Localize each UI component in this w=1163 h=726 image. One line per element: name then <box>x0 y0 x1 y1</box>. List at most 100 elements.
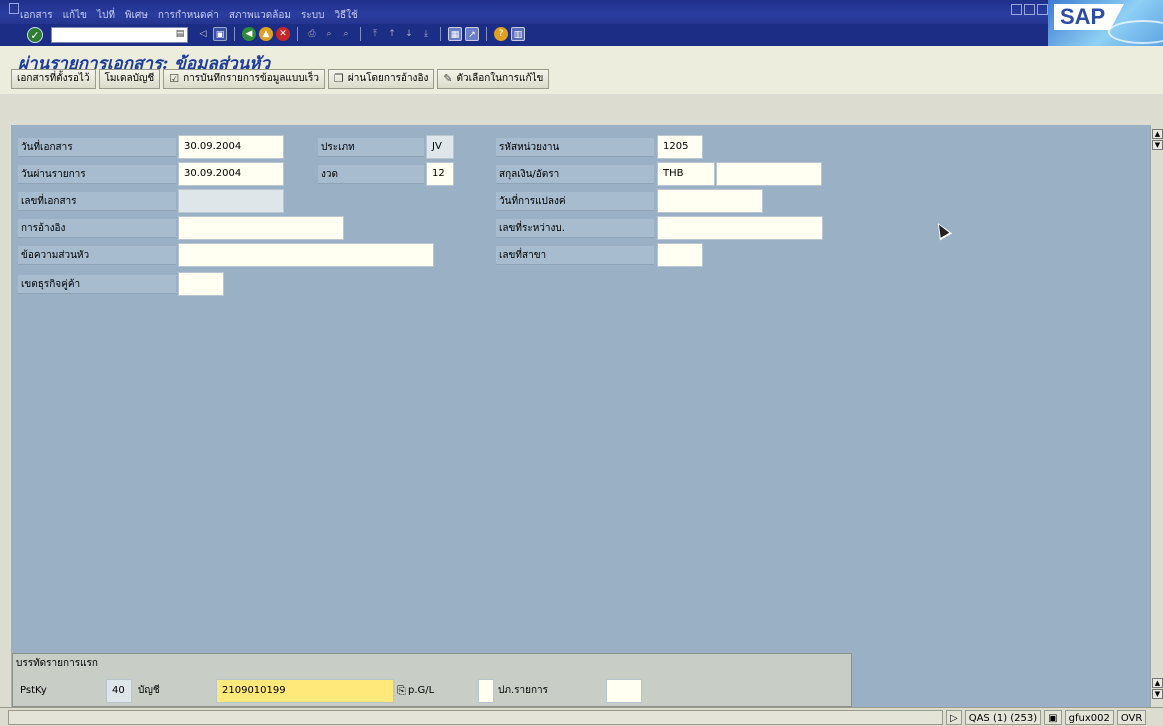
fast-entry-button[interactable]: ☑ การบันทึกรายการข้อมูลแบบเร็ว <box>163 69 325 89</box>
menu-items: เอกสาร แก้ไข ไปที่ พิเศษ การกำหนดค่า สภา… <box>20 8 358 23</box>
status-expand-icon[interactable]: ▷ <box>946 710 962 725</box>
minimize-icon[interactable] <box>1011 4 1022 15</box>
toolbar-separator <box>360 27 361 41</box>
copy-icon: ❐ <box>333 72 344 85</box>
toolbar-separator <box>486 27 487 41</box>
menu-edit[interactable]: แก้ไข <box>63 8 87 23</box>
posting-key-label: PstKy <box>20 685 47 696</box>
editing-options-label: ตัวเลือกในการแก้ไข <box>456 73 544 84</box>
vertical-scrollbar[interactable]: ▲ ▼ ▲ ▼ <box>1150 125 1163 707</box>
close-icon[interactable] <box>1037 4 1048 15</box>
period-field[interactable]: 12 <box>426 162 454 186</box>
posting-date-field[interactable]: 30.09.2004 <box>178 162 284 186</box>
cross-cc-number-label: เลขที่ระหว่างบ. <box>496 219 654 238</box>
translation-date-label: วันที่การแปลงค่ <box>496 192 654 211</box>
document-date-label: วันที่เอกสาร <box>18 138 176 157</box>
scroll-up-icon[interactable]: ▲ <box>1152 129 1163 139</box>
first-page-icon[interactable]: ⤒ <box>368 27 382 41</box>
new-session-icon[interactable]: ▦ <box>448 27 462 41</box>
editing-options-button[interactable]: ✎ ตัวเลือกในการแก้ไข <box>437 69 550 89</box>
application-toolbar: เอกสารที่ตั้งรอไว้ โมเดลบัญชี ☑ การบันทึก… <box>11 69 550 89</box>
toolbar-separator <box>440 27 441 41</box>
command-field[interactable] <box>51 27 188 43</box>
session-icon[interactable]: ▣ <box>1044 710 1062 725</box>
maximize-icon[interactable] <box>1024 4 1035 15</box>
account-field[interactable]: 2109010199 <box>216 679 394 703</box>
header-text-field[interactable] <box>178 243 434 267</box>
layout-icon[interactable]: ▥ <box>511 27 525 41</box>
print-icon[interactable]: ⎙ <box>305 27 319 41</box>
next-page-icon[interactable]: ↓ <box>402 27 416 41</box>
menu-environment[interactable]: สภาพแวดล้อม <box>229 8 291 23</box>
menu-settings[interactable]: การกำหนดค่า <box>158 8 219 23</box>
save-icon[interactable]: ▣ <box>213 27 227 41</box>
account-label: บัญชี <box>138 685 160 696</box>
transaction-type-label: ปภ.รายการ <box>498 685 549 696</box>
menu-bar: เอกสาร แก้ไข ไปที่ พิเศษ การกำหนดค่า สภา… <box>0 0 1163 24</box>
find-icon[interactable]: ⌕ <box>322 27 336 41</box>
translation-date-field[interactable] <box>657 189 763 213</box>
posting-key-field[interactable]: 40 <box>106 679 132 703</box>
enter-icon[interactable]: ✓ <box>27 27 43 43</box>
post-with-reference-button[interactable]: ❐ ผ่านโดยการอ้างอิง <box>327 69 435 89</box>
status-message <box>8 710 943 725</box>
parked-documents-label: เอกสารที่ตั้งรอไว้ <box>17 73 90 84</box>
menu-document[interactable]: เอกสาร <box>20 8 53 23</box>
branch-number-field[interactable] <box>657 243 703 267</box>
first-line-item-title: บรรทัดรายการแรก <box>16 658 98 669</box>
scroll-up-icon[interactable]: ▲ <box>1152 678 1163 688</box>
posting-date-label: วันผ่านรายการ <box>18 165 176 184</box>
help-icon[interactable]: ? <box>494 27 508 41</box>
prev-page-icon[interactable]: ↑ <box>385 27 399 41</box>
document-number-label: เลขที่เอกสาร <box>18 192 176 211</box>
document-type-field[interactable]: JV <box>426 135 454 159</box>
menu-help[interactable]: วิธีใช้ <box>334 8 357 23</box>
document-type-label: ประเภท <box>318 138 424 157</box>
command-history-icon[interactable]: ▤ <box>175 28 185 40</box>
menu-system[interactable]: ระบบ <box>301 8 324 23</box>
gl-indicator-label: p.G/L <box>408 685 435 696</box>
period-label: งวด <box>318 165 424 184</box>
scroll-down-icon[interactable]: ▼ <box>1152 689 1163 699</box>
cancel-icon[interactable]: ✕ <box>276 27 290 41</box>
cross-cc-number-field[interactable] <box>657 216 823 240</box>
find-next-icon[interactable]: ⌕ <box>339 27 353 41</box>
search-help-icon[interactable]: ⎘ <box>397 678 406 704</box>
company-code-label: รหัสหน่วยงาน <box>496 138 654 157</box>
currency-label: สกุลเงิน/อัตรา <box>496 165 654 184</box>
reference-field[interactable] <box>178 216 344 240</box>
system-menu-icon[interactable] <box>9 3 19 14</box>
toolbar-icons: ◁ ▣ ◀ ▲ ✕ ⎙ ⌕ ⌕ ⤒ ↑ ↓ ⤓ ▦ ↗ ? ▥ <box>196 27 525 41</box>
toolbar-separator <box>234 27 235 41</box>
status-cells: ▷ QAS (1) (253) ▣ gfux002 OVR <box>946 710 1147 725</box>
menu-extras[interactable]: พิเศษ <box>125 8 148 23</box>
input-mode[interactable]: OVR <box>1116 710 1147 725</box>
system-info[interactable]: QAS (1) (253) <box>964 710 1042 725</box>
header-text-label: ข้อความส่วนหัว <box>18 246 176 265</box>
trading-partner-label: เขตธุรกิจคู่ค้า <box>18 275 176 294</box>
window-controls <box>1011 4 1048 15</box>
company-code-field[interactable]: 1205 <box>657 135 703 159</box>
trading-partner-field[interactable] <box>178 272 224 296</box>
post-with-reference-label: ผ่านโดยการอ้างอิง <box>347 73 429 84</box>
back-icon[interactable]: ◀ <box>242 27 256 41</box>
exchange-rate-field[interactable] <box>716 162 822 186</box>
toolbar-separator <box>297 27 298 41</box>
document-number-field[interactable] <box>178 189 284 213</box>
user-info: gfux002 <box>1064 710 1114 725</box>
account-model-label: โมเดลบัญชี <box>104 73 155 84</box>
dropdown-arrow-icon[interactable]: ◁ <box>196 27 210 41</box>
sap-logo-text: SAP <box>1060 4 1106 29</box>
last-page-icon[interactable]: ⤓ <box>419 27 433 41</box>
menu-goto[interactable]: ไปที่ <box>97 8 115 23</box>
exit-icon[interactable]: ▲ <box>259 27 273 41</box>
scroll-down-icon[interactable]: ▼ <box>1152 140 1163 150</box>
shortcut-icon[interactable]: ↗ <box>465 27 479 41</box>
currency-field[interactable]: THB <box>657 162 715 186</box>
transaction-type-field[interactable] <box>606 679 642 703</box>
sap-logo: SAP <box>1048 0 1163 52</box>
document-date-field[interactable]: 30.09.2004 <box>178 135 284 159</box>
special-gl-field[interactable] <box>478 679 494 703</box>
parked-documents-button[interactable]: เอกสารที่ตั้งรอไว้ <box>11 69 96 89</box>
account-model-button[interactable]: โมเดลบัญชี <box>98 69 161 89</box>
